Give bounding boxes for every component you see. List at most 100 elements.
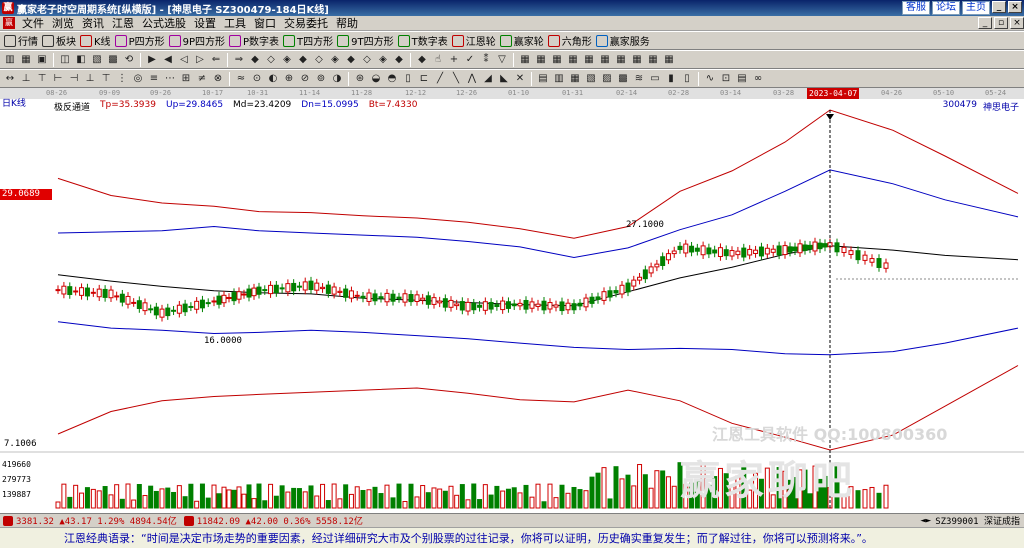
analysis-tool-icon-23[interactable]: ◓ <box>385 72 399 86</box>
analysis-tool-icon-28[interactable]: ⋀ <box>465 72 479 86</box>
analysis-tool-icon-44[interactable]: ▤ <box>735 72 749 86</box>
analysis-tool-icon-24[interactable]: ▯ <box>401 72 415 86</box>
toolbar-button-11[interactable]: 六角形 <box>546 33 594 49</box>
draw-tool-icon-30[interactable]: ▦ <box>518 53 532 67</box>
menu-file[interactable]: 文件 <box>18 15 48 31</box>
analysis-tool-icon-4[interactable]: ⊣ <box>67 72 81 86</box>
draw-tool-icon-5[interactable]: ▧ <box>90 53 104 67</box>
analysis-tool-icon-41[interactable]: ▯ <box>680 72 694 86</box>
draw-tool-icon-16[interactable]: ◈ <box>280 53 294 67</box>
kline-chart[interactable]: 08-26 09-09 09-26 10-17 10-31 11-14 11-28 12-12… <box>0 88 1024 513</box>
menu-settings[interactable]: 设置 <box>190 15 220 31</box>
analysis-tool-icon-34[interactable]: ▦ <box>568 72 582 86</box>
analysis-tool-icon-15[interactable]: ⊙ <box>250 72 264 86</box>
draw-tool-icon-9[interactable]: ◀ <box>161 53 175 67</box>
mdi-minimize-button[interactable]: _ <box>978 17 992 29</box>
link-support[interactable]: 客服 <box>902 1 930 15</box>
analysis-tool-icon-11[interactable]: ⊞ <box>179 72 193 86</box>
draw-tool-icon-34[interactable]: ▦ <box>582 53 596 67</box>
draw-tool-icon-31[interactable]: ▦ <box>534 53 548 67</box>
draw-tool-icon-12[interactable]: ⇐ <box>209 53 223 67</box>
analysis-tool-icon-21[interactable]: ⊛ <box>353 72 367 86</box>
analysis-tool-icon-39[interactable]: ▭ <box>648 72 662 86</box>
menu-trade[interactable]: 交易委托 <box>280 15 332 31</box>
menu-window[interactable]: 窗口 <box>250 15 280 31</box>
link-home[interactable]: 主页 <box>962 1 990 15</box>
draw-tool-icon-15[interactable]: ◇ <box>264 53 278 67</box>
draw-tool-icon-37[interactable]: ▦ <box>630 53 644 67</box>
draw-tool-icon-29[interactable]: ▽ <box>495 53 509 67</box>
toolbar-button-8[interactable]: T数字表 <box>396 33 450 49</box>
draw-tool-icon-21[interactable]: ◇ <box>360 53 374 67</box>
draw-tool-icon-27[interactable]: ✓ <box>463 53 477 67</box>
analysis-tool-icon-38[interactable]: ≋ <box>632 72 646 86</box>
draw-tool-icon-11[interactable]: ▷ <box>193 53 207 67</box>
sz-component-index[interactable]: SZ399001 深证成指 <box>935 514 1020 527</box>
draw-tool-icon-3[interactable]: ◫ <box>58 53 72 67</box>
toolbar-button-10[interactable]: 赢家轮 <box>498 33 546 49</box>
draw-tool-icon-25[interactable]: ☝ <box>431 53 445 67</box>
analysis-tool-icon-10[interactable]: ⋯ <box>163 72 177 86</box>
draw-tool-icon-32[interactable]: ▦ <box>550 53 564 67</box>
draw-tool-icon-20[interactable]: ◆ <box>344 53 358 67</box>
draw-tool-icon-35[interactable]: ▦ <box>598 53 612 67</box>
menu-browse[interactable]: 浏览 <box>48 15 78 31</box>
analysis-tool-icon-42[interactable]: ∿ <box>703 72 717 86</box>
analysis-tool-icon-2[interactable]: ⊤ <box>35 72 49 86</box>
analysis-tool-icon-26[interactable]: ╱ <box>433 72 447 86</box>
analysis-tool-icon-31[interactable]: ✕ <box>513 72 527 86</box>
analysis-tool-icon-19[interactable]: ⊚ <box>314 72 328 86</box>
toolbar-button-6[interactable]: T四方形 <box>281 33 335 49</box>
draw-tool-icon-13[interactable]: ⇒ <box>232 53 246 67</box>
toolbar-button-1[interactable]: 板块 <box>40 33 78 49</box>
toolbar-button-2[interactable]: K线 <box>78 33 113 49</box>
draw-tool-icon-19[interactable]: ◈ <box>328 53 342 67</box>
analysis-tool-icon-13[interactable]: ⊗ <box>211 72 225 86</box>
analysis-tool-icon-35[interactable]: ▧ <box>584 72 598 86</box>
draw-tool-icon-4[interactable]: ◧ <box>74 53 88 67</box>
draw-tool-icon-18[interactable]: ◇ <box>312 53 326 67</box>
draw-tool-icon-28[interactable]: ⁑ <box>479 53 493 67</box>
draw-tool-icon-6[interactable]: ▩ <box>106 53 120 67</box>
draw-tool-icon-39[interactable]: ▦ <box>662 53 676 67</box>
draw-tool-icon-23[interactable]: ◆ <box>392 53 406 67</box>
draw-tool-icon-14[interactable]: ◆ <box>248 53 262 67</box>
analysis-tool-icon-27[interactable]: ╲ <box>449 72 463 86</box>
analysis-tool-icon-12[interactable]: ≠ <box>195 72 209 86</box>
analysis-tool-icon-25[interactable]: ⊏ <box>417 72 431 86</box>
draw-tool-icon-24[interactable]: ◆ <box>415 53 429 67</box>
draw-tool-icon-38[interactable]: ▦ <box>646 53 660 67</box>
analysis-tool-icon-6[interactable]: ⊤ <box>99 72 113 86</box>
toolbar-button-5[interactable]: P数字表 <box>227 33 281 49</box>
mdi-restore-button[interactable]: ▫ <box>994 17 1008 29</box>
analysis-tool-icon-17[interactable]: ⊕ <box>282 72 296 86</box>
draw-tool-icon-36[interactable]: ▦ <box>614 53 628 67</box>
analysis-tool-icon-29[interactable]: ◢ <box>481 72 495 86</box>
draw-tool-icon-10[interactable]: ◁ <box>177 53 191 67</box>
analysis-tool-icon-0[interactable]: ↔ <box>3 72 17 86</box>
analysis-tool-icon-33[interactable]: ▥ <box>552 72 566 86</box>
analysis-tool-icon-32[interactable]: ▤ <box>536 72 550 86</box>
draw-tool-icon-1[interactable]: ▦ <box>19 53 33 67</box>
mdi-close-button[interactable]: × <box>1010 17 1024 29</box>
toolbar-button-9[interactable]: 江恩轮 <box>450 33 498 49</box>
draw-tool-icon-7[interactable]: ⟲ <box>122 53 136 67</box>
analysis-tool-icon-5[interactable]: ⊥ <box>83 72 97 86</box>
menu-help[interactable]: 帮助 <box>332 15 362 31</box>
draw-tool-icon-0[interactable]: ▥ <box>3 53 17 67</box>
analysis-tool-icon-18[interactable]: ⊘ <box>298 72 312 86</box>
close-button[interactable]: × <box>1008 1 1022 13</box>
minimize-button[interactable]: _ <box>992 1 1006 13</box>
toolbar-button-3[interactable]: P四方形 <box>113 33 167 49</box>
scroll-left-icon[interactable]: ◄► <box>920 516 931 526</box>
link-forum[interactable]: 论坛 <box>932 1 960 15</box>
analysis-tool-icon-3[interactable]: ⊢ <box>51 72 65 86</box>
chart-canvas[interactable] <box>0 88 1024 513</box>
toolbar-button-12[interactable]: 赢家服务 <box>594 33 652 49</box>
analysis-tool-icon-16[interactable]: ◐ <box>266 72 280 86</box>
analysis-tool-icon-20[interactable]: ◑ <box>330 72 344 86</box>
toolbar-button-7[interactable]: 9T四方形 <box>335 33 395 49</box>
analysis-tool-icon-8[interactable]: ◎ <box>131 72 145 86</box>
analysis-tool-icon-40[interactable]: ▮ <box>664 72 678 86</box>
analysis-tool-icon-1[interactable]: ⊥ <box>19 72 33 86</box>
